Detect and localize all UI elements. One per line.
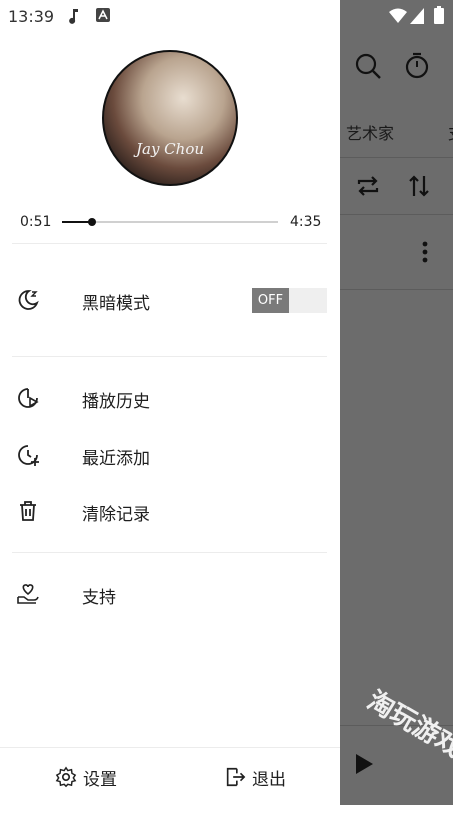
toggle-state: OFF <box>252 288 289 313</box>
menu-item-label: 清除记录 <box>82 505 150 525</box>
wifi-icon <box>389 8 407 23</box>
sort-icon[interactable] <box>408 174 430 198</box>
more-vert-icon[interactable] <box>420 240 430 264</box>
support-label: 支持 <box>82 588 116 608</box>
playback-progress: 0:51 4:35 <box>20 212 322 232</box>
dark-mode-icon <box>18 290 39 310</box>
menu-item-label: 播放历史 <box>82 392 150 412</box>
search-icon[interactable] <box>354 52 382 80</box>
menu-item-support[interactable]: 支持 <box>0 574 340 614</box>
settings-label: 设置 <box>83 769 117 790</box>
tab-artists[interactable]: 艺术家 <box>346 120 394 144</box>
logout-icon <box>226 767 246 787</box>
timer-icon[interactable] <box>404 52 430 80</box>
gear-icon <box>55 766 77 788</box>
divider <box>12 243 327 244</box>
exit-label: 退出 <box>252 769 286 790</box>
battery-icon <box>434 6 444 24</box>
settings-button[interactable]: 设置 <box>55 765 117 790</box>
music-note-icon <box>69 9 78 24</box>
divider <box>340 214 453 215</box>
repeat-icon[interactable] <box>355 174 381 198</box>
album-art-text: Jay Chou <box>135 140 205 158</box>
album-art[interactable]: Jay Chou <box>102 50 238 186</box>
total-time: 4:35 <box>290 214 322 230</box>
menu-item-label: 最近添加 <box>82 449 150 469</box>
divider <box>340 289 453 290</box>
seek-bar[interactable] <box>62 218 278 226</box>
navigation-drawer: 13:39 Jay Chou 0:51 4:35 黑暗模式 OFF 播放历史 最… <box>0 0 340 805</box>
divider <box>12 356 327 357</box>
heart-hand-icon <box>17 584 39 604</box>
dark-mode-label: 黑暗模式 <box>82 294 150 314</box>
exit-button[interactable]: 退出 <box>224 765 286 790</box>
menu-item-recently-added[interactable]: 最近添加 <box>0 435 340 475</box>
play-history-icon <box>18 388 39 408</box>
drawer-footer: 设置 退出 <box>0 747 340 806</box>
tab-next[interactable]: 支 <box>448 120 453 144</box>
cell-signal-icon <box>410 8 424 24</box>
menu-item-play-history[interactable]: 播放历史 <box>0 378 340 418</box>
seek-thumb[interactable] <box>88 218 97 226</box>
menu-item-clear-history[interactable]: 清除记录 <box>0 491 340 531</box>
dark-mode-toggle[interactable]: OFF <box>252 288 327 313</box>
status-time: 13:39 <box>8 7 55 26</box>
trash-icon <box>20 501 36 521</box>
notification-a-icon <box>96 8 110 22</box>
status-bar: 13:39 <box>0 0 340 32</box>
divider <box>340 157 453 158</box>
divider <box>12 552 327 553</box>
current-time: 0:51 <box>20 214 52 230</box>
recently-added-icon <box>18 445 39 466</box>
